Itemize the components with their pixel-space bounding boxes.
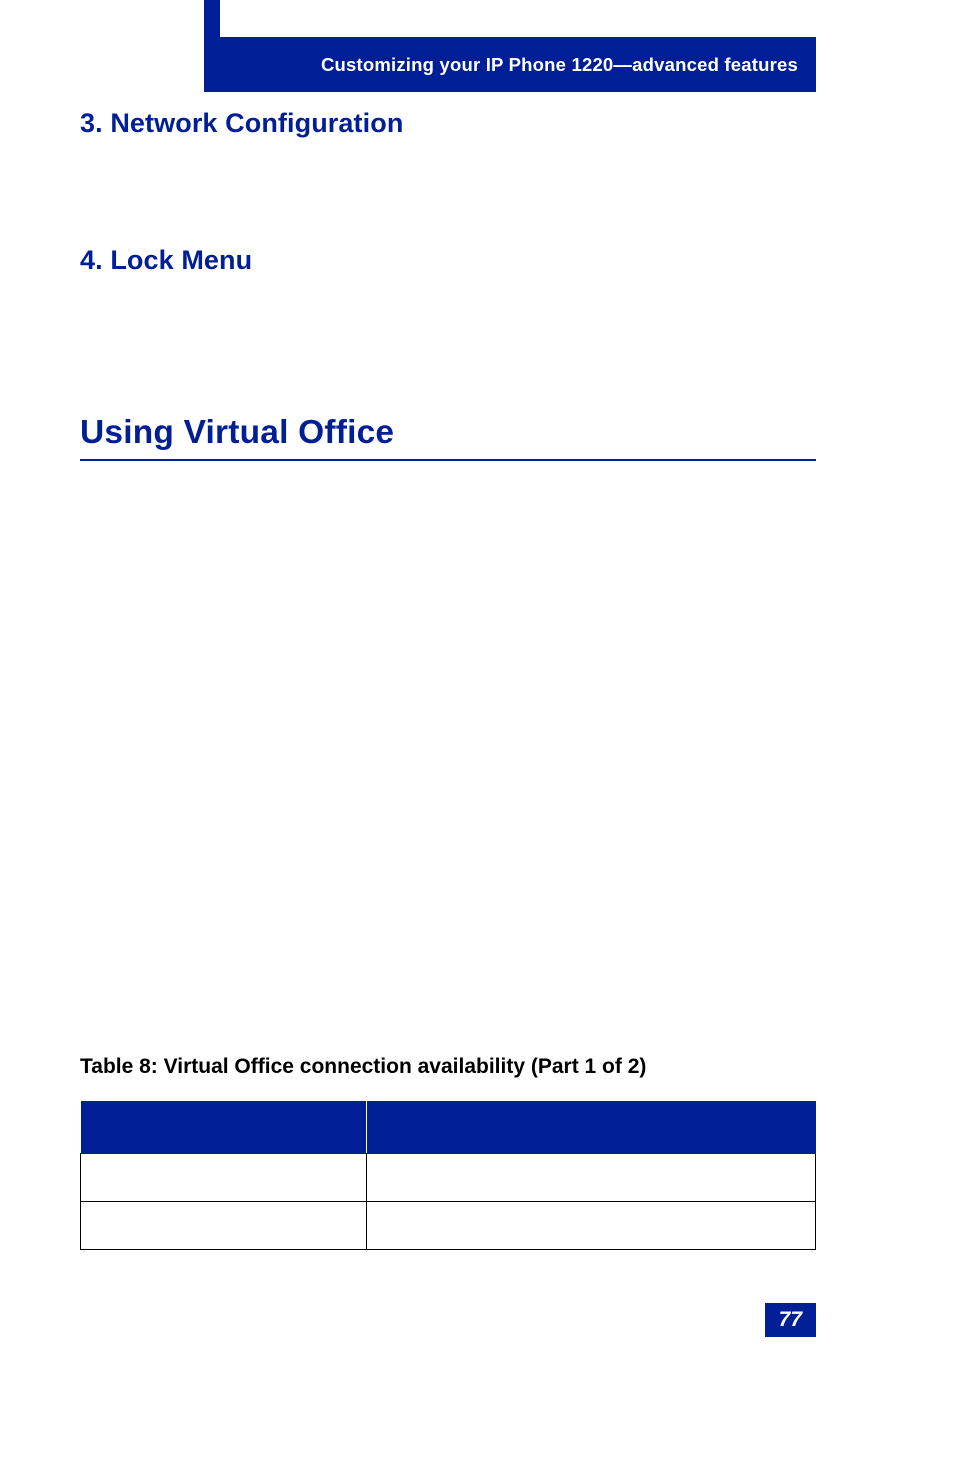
heading-lock-menu: 4. Lock Menu <box>80 245 816 276</box>
table-header-cell <box>81 1101 367 1153</box>
page-content: 3. Network Configuration 4. Lock Menu Us… <box>80 108 816 1250</box>
heading-virtual-office-wrap: Using Virtual Office <box>80 414 816 461</box>
table-caption: Table 8: Virtual Office connection avail… <box>80 1055 816 1079</box>
table-header-cell <box>367 1101 816 1153</box>
heading-network-configuration: 3. Network Configuration <box>80 108 816 139</box>
table-row <box>81 1153 816 1201</box>
running-header-text: Customizing your IP Phone 1220—advanced … <box>321 54 798 76</box>
page-header-bar: Customizing your IP Phone 1220—advanced … <box>220 37 816 92</box>
table-cell <box>367 1153 816 1201</box>
table-row <box>81 1201 816 1249</box>
heading-virtual-office: Using Virtual Office <box>80 414 816 452</box>
table-header-row <box>81 1101 816 1153</box>
header-side-accent <box>204 0 220 92</box>
virtual-office-table <box>80 1101 816 1250</box>
table-cell <box>81 1201 367 1249</box>
table-cell <box>81 1153 367 1201</box>
table-cell <box>367 1201 816 1249</box>
page-number: 77 <box>765 1303 816 1337</box>
